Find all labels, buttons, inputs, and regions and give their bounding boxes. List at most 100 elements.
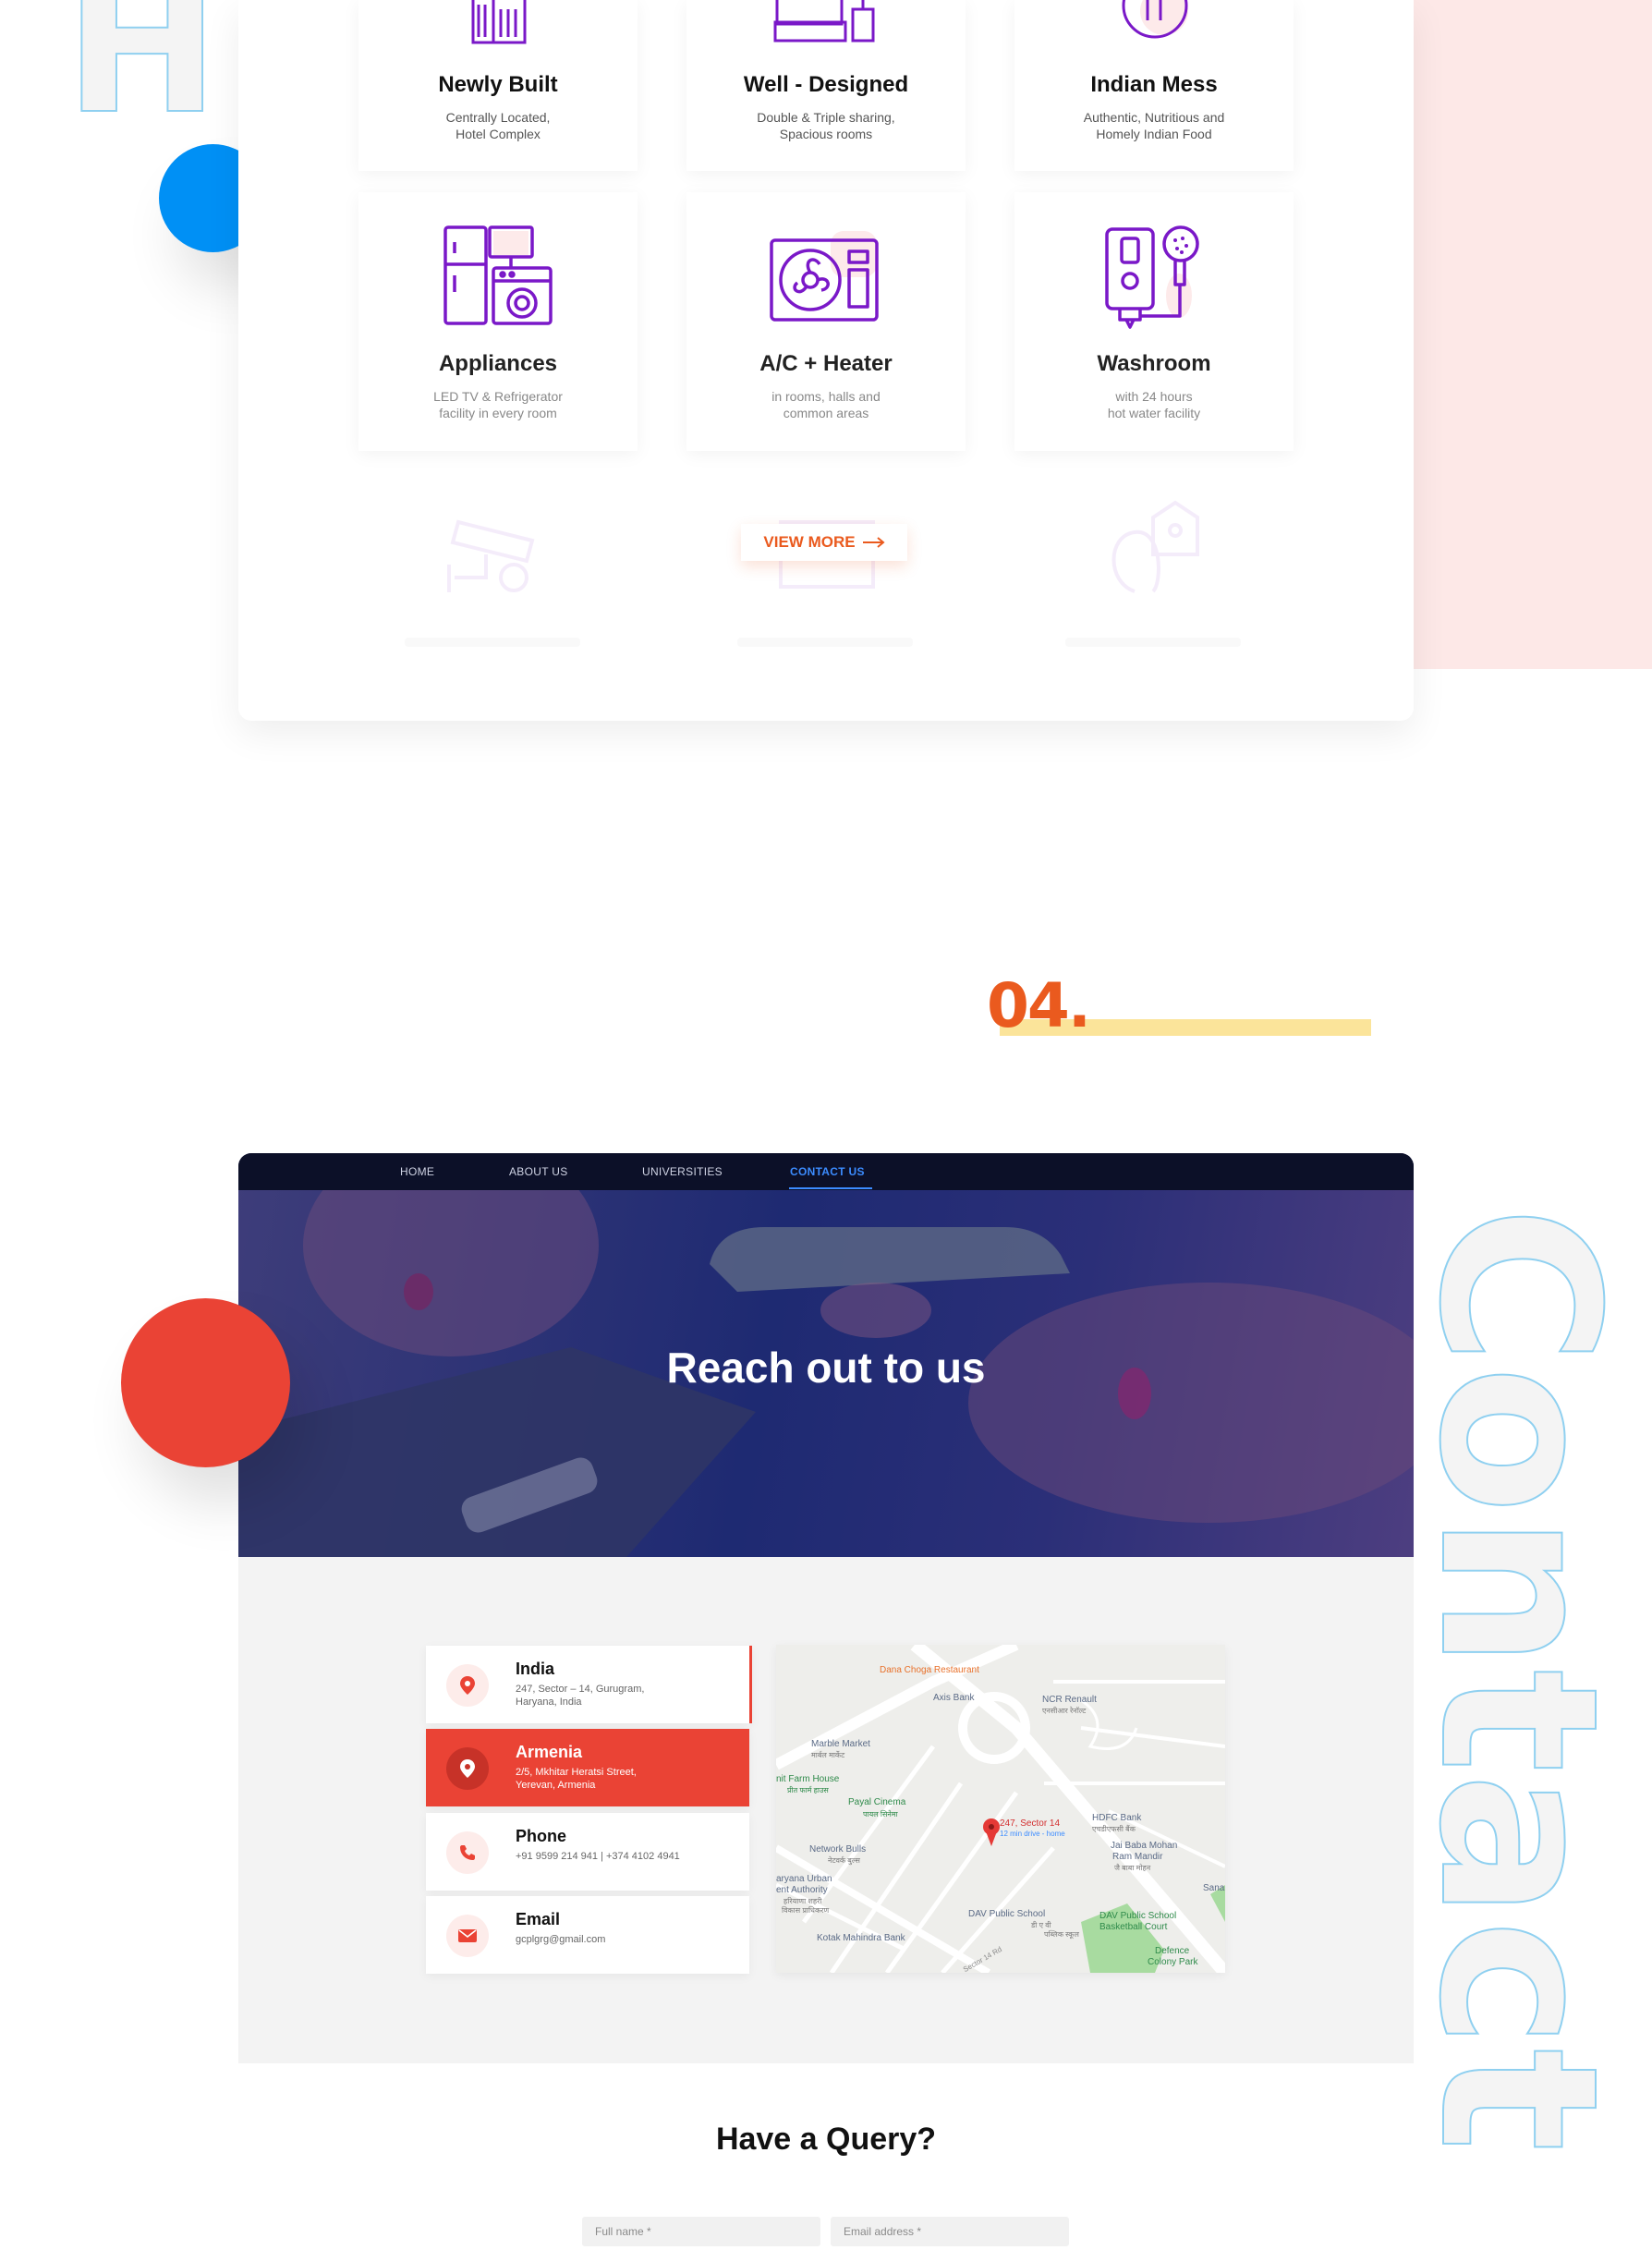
amenity-title: Newly Built (438, 72, 558, 97)
map-label: Sana (1203, 1883, 1225, 1893)
nav-active-underline (789, 1187, 872, 1189)
water-heater-shower-icon (1105, 225, 1199, 329)
faded-text-placeholder (405, 638, 580, 647)
map-marker-subtitle: 12 min drive - home (1000, 1830, 1065, 1838)
map-label: Colony Park (1148, 1957, 1198, 1967)
decorative-letter: a (1414, 1772, 1645, 1921)
decorative-letter: t (1414, 1668, 1645, 1773)
map-label: DAV Public School (968, 1909, 1046, 1919)
map-label: HDFC Bank (1092, 1813, 1142, 1823)
contact-card-detail: gcplgrg@gmail.com (516, 1934, 606, 1945)
map-label: पब्लिक स्कूल (1044, 1930, 1079, 1939)
building-icon (471, 0, 527, 44)
faded-text-placeholder (737, 638, 913, 647)
contact-card-armenia[interactable]: Armenia 2/5, Mkhitar Heratsi Street, Yer… (426, 1729, 749, 1806)
amenity-description: Centrally Located, Hotel Complex (445, 110, 551, 141)
nav-item-home[interactable]: HOME (400, 1165, 434, 1178)
amenity-description: Double & Triple sharing, Spacious rooms (757, 110, 895, 141)
map-label: Dana Choga Restaurant (880, 1665, 979, 1675)
decorative-contact-word: Contact (1414, 1206, 1652, 2250)
map-label: Defence (1155, 1946, 1190, 1956)
map-label: Kotak Mahindra Bank (817, 1933, 905, 1943)
nav-item-about-us[interactable]: ABOUT US (509, 1165, 568, 1178)
location-pin-icon (446, 1664, 489, 1707)
contact-card-detail: 247, Sector – 14, Gurugram, Haryana, Ind… (516, 1684, 645, 1708)
amenities-panel: Newly Built Centrally Located, Hotel Com… (238, 0, 1414, 721)
full-name-field[interactable] (582, 2217, 820, 2246)
hero-title: Reach out to us (666, 1344, 986, 1392)
cctv-camera-icon (447, 519, 535, 592)
contact-card-phone[interactable]: Phone +91 9599 214 941 | +374 4102 4941 (426, 1813, 749, 1891)
amenity-card: Washroom with 24 hours hot water facilit… (1014, 192, 1294, 451)
map-label: जै बाबा मोहन (1114, 1864, 1151, 1872)
decorative-letter: t (1414, 2047, 1645, 2152)
amenity-title: Washroom (1097, 351, 1211, 376)
decorative-letter: c (1414, 1918, 1645, 2049)
map-label: aryana Urban (776, 1874, 832, 1884)
decorative-red-circle (121, 1298, 290, 1467)
amenity-card: Indian Mess Authentic, Nutritious and Ho… (1014, 0, 1294, 171)
amenity-description: Authentic, Nutritious and Homely Indian … (1083, 110, 1225, 141)
decorative-letter: C (1414, 1206, 1645, 1366)
email-icon (446, 1915, 489, 1957)
map-label: Basketball Court (1099, 1922, 1168, 1932)
contact-card-title: Armenia (516, 1743, 583, 1761)
amenity-title: Well - Designed (743, 72, 909, 97)
amenity-title: Appliances (438, 351, 558, 376)
amenity-card: Well - Designed Double & Triple sharing,… (686, 0, 966, 171)
faded-text-placeholder (1065, 638, 1241, 647)
map-label: एचडीएफसी बैंक (1092, 1825, 1136, 1833)
contact-card-title: India (516, 1660, 555, 1678)
air-conditioner-icon (770, 231, 879, 322)
map-label: Marble Market (811, 1739, 870, 1749)
view-more-label: VIEW MORE (763, 533, 856, 551)
arrow-right-icon (862, 537, 885, 548)
phone-icon (446, 1831, 489, 1874)
email-field[interactable] (831, 2217, 1069, 2246)
map-label: Axis Bank (933, 1693, 975, 1703)
amenity-description: in rooms, halls and common areas (771, 389, 881, 420)
appliances-icon (443, 225, 553, 325)
map-marker-title: 247, Sector 14 (1000, 1818, 1061, 1829)
map-label: एनसीआर रेनॉल्ट (1042, 1707, 1087, 1715)
map-label: nit Farm House (776, 1774, 840, 1784)
decorative-pink-block (1414, 0, 1652, 669)
decorative-letter: n (1414, 1514, 1645, 1670)
contact-card-detail: +91 9599 214 941 | +374 4102 4941 (516, 1851, 680, 1862)
contact-card-email[interactable]: Email gcplgrg@gmail.com (426, 1896, 749, 1974)
map-label: नेटवर्क बुल्स (828, 1856, 860, 1865)
map-label: DAV Public School (1099, 1911, 1177, 1921)
map-label: Jai Baba Mohan (1111, 1841, 1178, 1851)
contact-card-title: Phone (516, 1827, 567, 1845)
view-more-button[interactable]: VIEW MORE (741, 524, 907, 561)
section-number: 04. (987, 970, 1091, 1041)
map-label: Payal Cinema (848, 1797, 906, 1807)
amenity-title: Indian Mess (1090, 72, 1218, 97)
top-navigation-bar: HOME ABOUT US UNIVERSITIES CONTACT US (238, 1153, 1414, 1190)
query-title: Have a Query? (715, 2122, 937, 2157)
location-map[interactable]: Dana Choga Restaurant Axis Bank NCR Rena… (776, 1645, 1225, 1973)
amenity-card: Appliances LED TV & Refrigerator facilit… (358, 192, 638, 451)
location-pin-icon (446, 1747, 489, 1790)
bed-icon (773, 0, 875, 43)
decorative-letter-h: H (64, 0, 220, 155)
amenity-card: A/C + Heater in rooms, halls and common … (686, 192, 966, 451)
map-label: Network Bulls (809, 1844, 867, 1855)
nav-item-universities[interactable]: UNIVERSITIES (642, 1165, 723, 1178)
amenity-description: LED TV & Refrigerator facility in every … (433, 389, 563, 420)
food-plate-icon (1122, 0, 1188, 39)
contact-card-india[interactable]: India 247, Sector – 14, Gurugram, Haryan… (426, 1646, 752, 1723)
map-label: प्रीत फार्म हाउस (787, 1786, 829, 1794)
map-label: ent Authority (776, 1885, 828, 1895)
map-label: मार्बल मार्केट (811, 1751, 845, 1759)
map-label: पायल सिनेमा (863, 1810, 898, 1818)
nav-item-contact-us[interactable]: CONTACT US (790, 1165, 865, 1178)
fingerprint-lock-icon (1111, 500, 1199, 593)
contact-card-detail: 2/5, Mkhitar Heratsi Street, Yerevan, Ar… (516, 1767, 637, 1791)
amenity-description: with 24 hours hot water facility (1107, 389, 1201, 420)
map-label: Ram Mandir (1112, 1852, 1163, 1862)
contact-card-title: Email (516, 1910, 561, 1928)
amenity-title: A/C + Heater (759, 351, 893, 376)
amenity-card: Newly Built Centrally Located, Hotel Com… (358, 0, 638, 171)
map-label: NCR Renault (1042, 1695, 1097, 1705)
